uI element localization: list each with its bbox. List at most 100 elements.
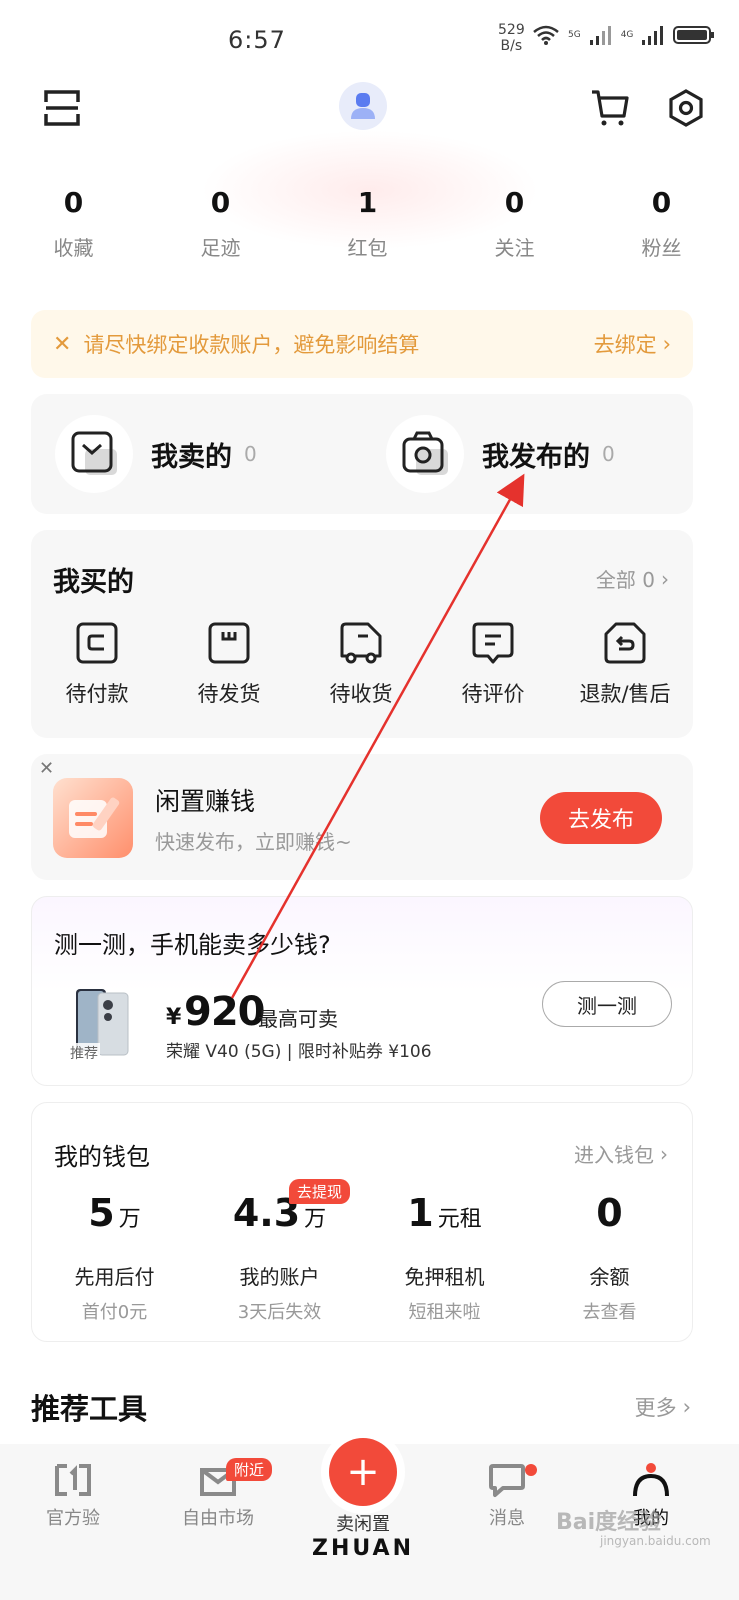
purchases-all-label: 全部 0	[595, 568, 655, 592]
stat-favorites[interactable]: 0 收藏	[0, 186, 147, 261]
wallet-balance[interactable]: 0 余额 去查看	[527, 1191, 692, 1324]
estimate-title: 测一测，手机能卖多少钱?	[54, 931, 331, 959]
purchase-pending-review[interactable]: 待评价	[427, 620, 559, 708]
wallet-value-unit: 元租	[437, 1207, 482, 1232]
stat-label: 足迹	[200, 236, 241, 260]
wallet-rent-phone[interactable]: 1 元租 免押租机 短租来啦	[362, 1191, 527, 1324]
idle-title: 闲置赚钱	[155, 787, 256, 816]
tab-messages[interactable]: 消息	[447, 1462, 567, 1530]
purchase-pending-receipt[interactable]: 待收货	[295, 620, 427, 708]
my-published-label: 我发布的	[482, 441, 590, 473]
wallet-value-number: 0	[596, 1191, 623, 1235]
wallet-item-sub: 3天后失效	[237, 1302, 322, 1323]
my-published-count: 0	[602, 442, 615, 466]
official-check-icon	[55, 1464, 91, 1496]
my-sold-label: 我卖的	[151, 441, 232, 473]
estimate-button[interactable]: 测一测	[542, 981, 672, 1027]
wallet-card: 我的钱包 进入钱包 › 5 万 先用后付 首付0元 去提现 4.3 万 我的账户…	[31, 1102, 693, 1342]
tab-label: 官方验	[46, 1508, 100, 1529]
stat-red-packets[interactable]: 1 红包	[294, 186, 441, 261]
stats-row: 0 收藏 0 足迹 1 红包 0 关注 0 粉丝	[0, 186, 739, 261]
bind-account-link[interactable]: 去绑定 ›	[594, 329, 671, 359]
enter-wallet-link[interactable]: 进入钱包 ›	[574, 1139, 668, 1168]
model-line: 荣耀 V40 (5G) | 限时补贴券 ¥106	[166, 1042, 432, 1062]
idle-subtitle: 快速发布，立即赚钱~	[155, 830, 352, 854]
currency-symbol: ¥	[166, 1005, 182, 1030]
tools-more-link[interactable]: 更多 ›	[635, 1392, 691, 1422]
purchase-pending-payment[interactable]: 待付款	[31, 620, 163, 708]
sold-bag-icon	[71, 431, 117, 475]
chevron-right-icon: ›	[660, 1141, 668, 1166]
wallet-value-number: 5	[88, 1191, 115, 1235]
recommend-tag: 推荐	[68, 1043, 100, 1063]
sell-idle-label[interactable]: 卖闲置	[320, 1510, 406, 1536]
tools-title: 推荐工具	[31, 1392, 148, 1426]
status-icons: 5G 4G	[532, 24, 715, 46]
tab-official-check[interactable]: 官方验	[13, 1462, 133, 1530]
purchase-status-label: 待收货	[329, 682, 393, 706]
wallet-pay-later[interactable]: 5 万 先用后付 首付0元	[32, 1191, 197, 1324]
status-time: 6:57	[228, 26, 286, 54]
tab-label: 消息	[489, 1508, 525, 1529]
purchases-title: 我买的	[53, 567, 134, 598]
cart-icon[interactable]	[590, 88, 630, 128]
stat-value: 1	[357, 186, 378, 219]
sell-idle-button[interactable]: +	[329, 1438, 397, 1506]
close-icon[interactable]: ✕	[39, 758, 54, 779]
purchase-status-label: 待付款	[65, 682, 129, 706]
nearby-badge: 附近	[226, 1458, 273, 1481]
stat-value: 0	[210, 186, 231, 219]
wallet-items-row: 5 万 先用后付 首付0元 去提现 4.3 万 我的账户 3天后失效 1 元租 …	[32, 1179, 694, 1324]
chevron-right-icon: ›	[662, 332, 671, 356]
my-published-entry[interactable]: 我发布的 0	[362, 415, 693, 493]
stat-footprints[interactable]: 0 足迹	[147, 186, 294, 261]
my-sold-count: 0	[244, 442, 257, 466]
baidu-watermark: Bai度经验	[556, 1510, 662, 1535]
avatar[interactable]	[339, 82, 387, 130]
brand-logo: ZHUAN	[312, 1536, 414, 1561]
wallet-my-account[interactable]: 去提现 4.3 万 我的账户 3天后失效	[197, 1179, 362, 1324]
withdraw-badge[interactable]: 去提现	[289, 1179, 351, 1204]
signal-icon	[589, 26, 611, 45]
purchase-pending-shipment[interactable]: 待发货	[163, 620, 295, 708]
idle-thumbnail	[53, 778, 133, 858]
truck-icon	[340, 622, 382, 664]
wallet-item-label: 免押租机	[404, 1265, 485, 1289]
stat-label: 红包	[347, 236, 388, 260]
scan-icon[interactable]	[42, 88, 82, 128]
stat-label: 粉丝	[641, 236, 682, 260]
wallet-item-label: 我的账户	[239, 1265, 320, 1289]
go-publish-button[interactable]: 去发布	[540, 792, 662, 844]
idle-earn-card: ✕ 闲置赚钱 快速发布，立即赚钱~ 去发布	[31, 754, 693, 880]
notice-text: 请尽快绑定收款账户，避免影响结算	[83, 333, 420, 357]
baidu-watermark-url: jingyan.baidu.com	[600, 1534, 711, 1548]
network-speed-value: 529	[498, 22, 525, 38]
package-icon	[208, 622, 250, 664]
purchase-status-label: 待评价	[461, 682, 525, 706]
bind-account-notice: ✕ 请尽快绑定收款账户，避免影响结算 去绑定 ›	[31, 310, 693, 378]
stat-value: 0	[63, 186, 84, 219]
stat-fans[interactable]: 0 粉丝	[588, 186, 735, 261]
wallet-item-sub: 短租来啦	[408, 1302, 481, 1323]
purchase-refund[interactable]: 退款/售后	[559, 620, 691, 708]
battery-icon	[673, 26, 715, 44]
settings-icon[interactable]	[666, 88, 706, 128]
purchase-status-row: 待付款 待发货 待收货 待评价 退款/售后	[31, 620, 693, 708]
wallet-value: 5 万	[32, 1191, 197, 1247]
stat-label: 收藏	[53, 236, 94, 260]
network-speed-unit: B/s	[500, 38, 523, 54]
wallet-item-sub: 首付0元	[81, 1302, 148, 1323]
stat-label: 关注	[494, 236, 535, 260]
purchase-status-label: 待发货	[197, 682, 261, 706]
my-sold-entry[interactable]: 我卖的 0	[31, 415, 362, 493]
wifi-icon	[533, 25, 559, 45]
wallet-item-label: 先用后付	[74, 1265, 155, 1289]
stat-value: 0	[504, 186, 525, 219]
close-icon[interactable]: ✕	[53, 332, 71, 357]
stat-following[interactable]: 0 关注	[441, 186, 588, 261]
purchase-status-label: 退款/售后	[579, 682, 671, 706]
return-icon	[604, 622, 646, 664]
purchases-all-link[interactable]: 全部 0 ›	[596, 564, 669, 593]
wallet-value-number: 1	[407, 1191, 434, 1235]
signal-icon-2	[642, 26, 664, 45]
